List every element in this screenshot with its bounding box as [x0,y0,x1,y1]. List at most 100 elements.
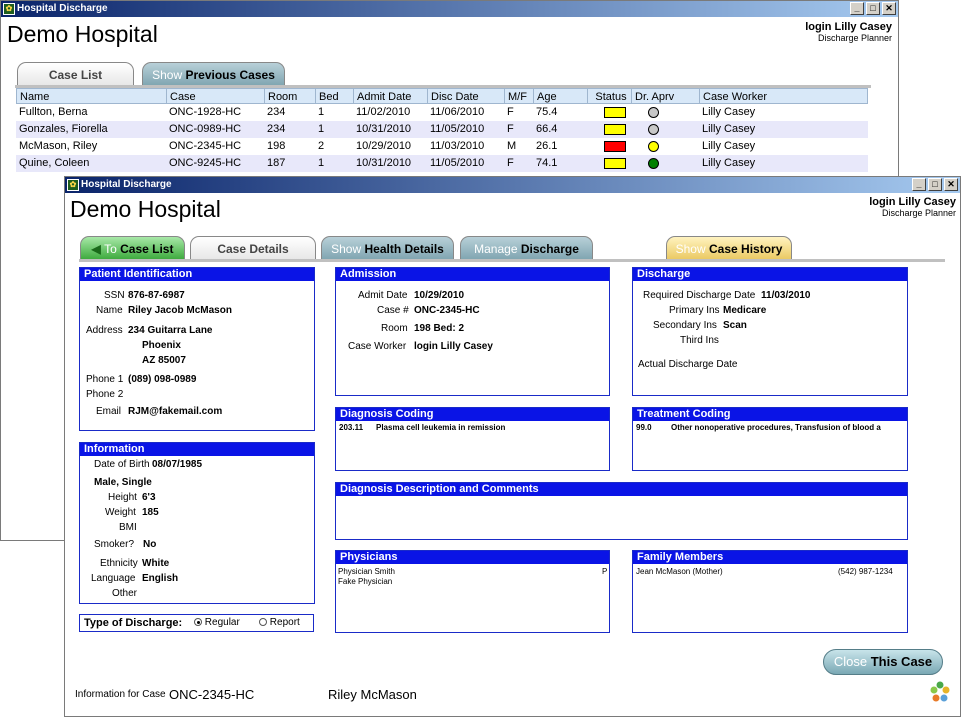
ethnicity-value[interactable]: White [142,558,169,569]
front-login-role: Discharge Planner [881,208,956,218]
dob-value[interactable]: 08/07/1985 [152,459,202,470]
cell-room: 187 [267,157,286,169]
case-list-table: Name Case Room Bed Admit Date Disc Date … [16,88,868,172]
radio-report-indicator[interactable] [259,618,267,626]
secondary-ins-value[interactable]: Scan [723,320,747,331]
cell-name: Gonzales, Fiorella [19,123,108,135]
cell-worker: Lilly Casey [702,106,756,118]
radio-regular-indicator[interactable] [194,618,202,626]
radio-report[interactable]: Report [259,617,300,628]
cell-room: 234 [267,106,286,118]
cell-worker: Lilly Casey [702,157,756,169]
table-row[interactable]: Quine, Coleen ONC-9245-HC 187 1 10/31/2010 11… [16,155,868,172]
col-case[interactable]: Case [167,89,265,103]
smoker-value[interactable]: No [143,539,156,550]
family-member-phone: (542) 987-1234 [838,567,893,576]
phone1-label: Phone 1 [86,374,124,385]
cell-case: ONC-0989-HC [169,123,242,135]
col-status[interactable]: Status [588,89,632,103]
col-name[interactable]: Name [17,89,167,103]
phone1-value[interactable]: (089) 098-0989 [128,374,196,385]
front-window: ✿ Hospital Discharge _ □ ✕ Demo Hospital… [64,176,961,717]
required-discharge-value[interactable]: 11/03/2010 [761,290,811,301]
treatment-desc[interactable]: Other nonoperative procedures, Transfusi… [671,423,881,432]
radio-regular[interactable]: Regular [194,617,240,628]
cell-room: 198 [267,140,286,152]
cell-admit: 11/02/2010 [356,106,411,118]
case-number-value[interactable]: ONC-2345-HC [414,305,480,316]
cell-admit: 10/31/2010 [356,157,412,169]
col-mf[interactable]: M/F [505,89,534,103]
physician-2[interactable]: Fake Physician [338,577,392,586]
case-worker-value[interactable]: login Lilly Casey [414,341,493,352]
footer-patient: Riley McMason [328,687,417,702]
col-admit-date[interactable]: Admit Date [354,89,428,103]
col-disc-date[interactable]: Disc Date [428,89,505,103]
treatment-code[interactable]: 99.0 [636,423,652,432]
col-case-worker[interactable]: Case Worker [700,89,867,103]
close-window-button[interactable]: ✕ [882,2,896,15]
app-logo-icon: ✿ [67,179,79,191]
close-window-button[interactable]: ✕ [944,178,958,191]
col-room[interactable]: Room [265,89,316,103]
primary-ins-value[interactable]: Medicare [723,305,766,316]
front-titlebar[interactable]: ✿ Hospital Discharge _ □ ✕ [65,177,960,193]
panel-header: Treatment Coding [633,408,907,421]
room-value[interactable]: 198 Bed: 2 [414,323,464,334]
cell-mf: M [507,140,517,152]
table-header: Name Case Room Bed Admit Date Disc Date … [16,88,868,104]
col-age[interactable]: Age [534,89,588,103]
cell-age: 74.1 [536,157,558,169]
table-row[interactable]: Gonzales, Fiorella ONC-0989-HC 234 1 10/31/2… [16,121,868,138]
height-value[interactable]: 6'3 [142,492,156,503]
back-titlebar[interactable]: ✿ Hospital Discharge _ □ ✕ [1,1,898,17]
phone2-label: Phone 2 [86,389,124,400]
weight-value[interactable]: 185 [142,507,159,518]
diagnosis-code[interactable]: 203.11 [339,423,363,432]
tab-manage-discharge[interactable]: Manage Discharge [460,236,593,260]
cell-name: Quine, Coleen [19,157,90,169]
tab-case-details[interactable]: Case Details [190,236,316,260]
cell-case: ONC-9245-HC [169,157,242,169]
gender-status-value[interactable]: Male, Single [94,477,152,488]
email-value[interactable]: RJM@fakemail.com [128,406,222,417]
tab-previous-cases[interactable]: Show Previous Cases [142,62,285,86]
family-member[interactable]: Jean McMason (Mother) [636,567,723,576]
cell-dr-aprv [631,104,699,121]
language-value[interactable]: English [142,573,178,584]
panel-header: Information [80,443,314,456]
diagnosis-description-panel[interactable]: Diagnosis Description and Comments [335,482,908,540]
cell-bed: 1 [318,157,325,169]
ssn-value[interactable]: 876-87-6987 [128,290,185,301]
col-bed[interactable]: Bed [316,89,354,103]
diagnosis-desc[interactable]: Plasma cell leukemia in remission [376,423,505,432]
admit-date-value[interactable]: 10/29/2010 [414,290,464,301]
case-number-label: Case # [377,305,409,316]
address-state-zip[interactable]: AZ 85007 [142,355,186,366]
cell-bed: 1 [318,106,325,118]
address-line1[interactable]: 234 Guitarra Lane [128,325,212,336]
name-value[interactable]: Riley Jacob McMason [128,305,232,316]
col-dr-aprv[interactable]: Dr. Aprv [632,89,700,103]
physician-1[interactable]: Physician Smith [338,567,395,576]
tab-health-details[interactable]: Show Health Details [321,236,454,260]
close-case-button[interactable]: Close This Case [823,649,943,675]
tab-case-list[interactable]: Case List [17,62,134,86]
status-indicator [604,106,626,118]
ssn-label: SSN [104,290,125,301]
minimize-button[interactable]: _ [850,2,864,15]
back-window-title: Hospital Discharge [17,3,108,14]
table-row[interactable]: Fullton, Berna ONC-1928-HC 234 1 11/02/2010 1… [16,104,868,121]
tab-underline [79,259,945,262]
front-window-title: Hospital Discharge [81,179,172,190]
tab-case-history[interactable]: Show Case History [666,236,792,260]
status-indicator [604,157,626,169]
maximize-button[interactable]: □ [928,178,942,191]
cell-disc: 11/05/2010 [430,157,485,169]
table-row[interactable]: McMason, Riley ONC-2345-HC 198 2 10/29/2010 1… [16,138,868,155]
address-city[interactable]: Phoenix [142,340,181,351]
tab-to-case-list[interactable]: ◀ To Case List [80,236,185,260]
minimize-button[interactable]: _ [912,178,926,191]
maximize-button[interactable]: □ [866,2,880,15]
approval-indicator [648,140,659,152]
